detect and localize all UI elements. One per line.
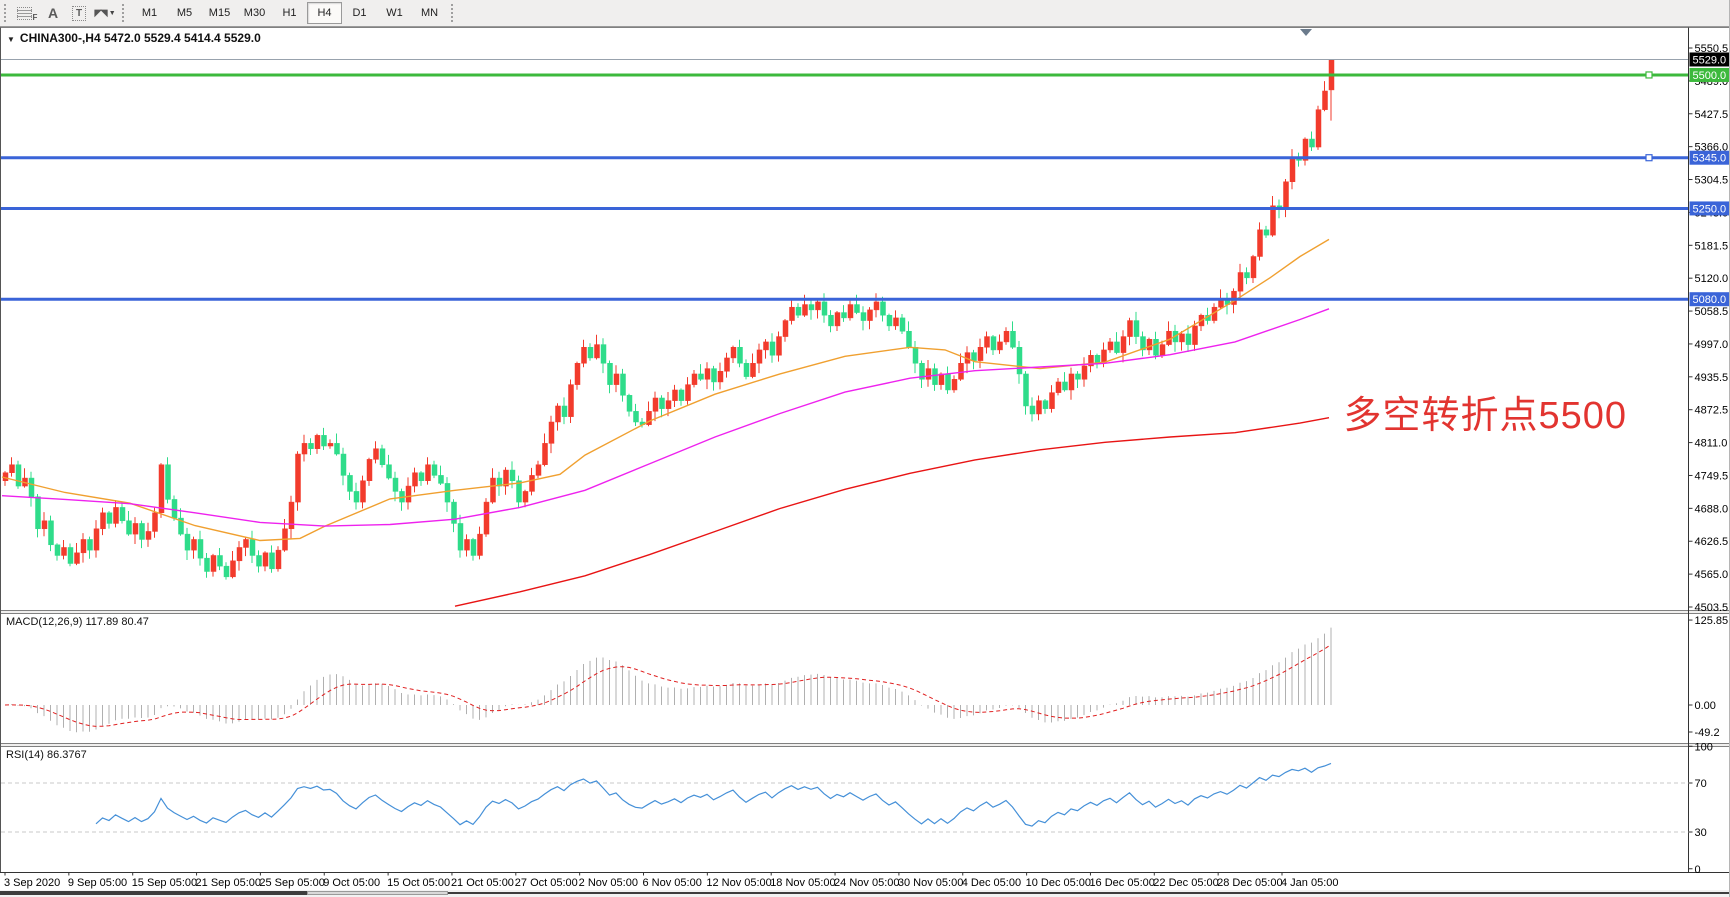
macd-tick-label: 125.85: [1695, 615, 1729, 627]
y-axis-tick-label: 4626.5: [1695, 536, 1729, 548]
y-axis-tick-label: 4503.5: [1695, 602, 1729, 614]
x-axis-tick-label: 28 Dec 05:00: [1217, 877, 1282, 889]
chart-title-text: CHINA300-,H4 5472.0 5529.4 5414.4 5529.0: [20, 31, 261, 45]
timeframes-group: M1M5M15M30H1H4D1W1MN: [132, 0, 447, 26]
chart-canvas[interactable]: 5550.55489.05427.55366.05304.55243.05181…: [0, 0, 1730, 897]
rsi-tick-label: 100: [1695, 741, 1713, 753]
x-axis-tick-label: 15 Oct 05:00: [387, 877, 450, 889]
y-axis-tick-label: 5120.0: [1695, 273, 1729, 285]
timeframe-m15-button[interactable]: M15: [202, 2, 237, 24]
timeframe-m5-button[interactable]: M5: [167, 2, 202, 24]
toolbar-grip[interactable]: [451, 4, 456, 22]
toolbar-grip[interactable]: [4, 4, 9, 22]
x-axis-tick-label: 10 Dec 05:00: [1026, 877, 1091, 889]
x-axis-tick-label: 15 Sep 05:00: [132, 877, 197, 889]
scrollbar-track-left[interactable]: [0, 891, 307, 895]
macd-tick-label: 0.00: [1695, 700, 1716, 712]
line-handle[interactable]: [1646, 72, 1652, 78]
annotation-text: 多空转折点5500: [1343, 384, 1627, 439]
x-axis-tick-label: 21 Oct 05:00: [451, 877, 514, 889]
toolbar-grip[interactable]: [122, 4, 127, 22]
y-axis-tick-label: 5427.5: [1695, 109, 1729, 121]
y-axis-tick-label: 4688.0: [1695, 503, 1729, 515]
x-axis-tick-label: 9 Sep 05:00: [68, 877, 127, 889]
price-line-label: 5250.0: [1693, 203, 1727, 215]
timeframe-mn-button[interactable]: MN: [412, 2, 447, 24]
price-line-label: 5080.0: [1693, 294, 1727, 306]
drawing-tools-group: FAT ◤◥ ▼: [14, 0, 118, 26]
line-handle[interactable]: [1646, 155, 1652, 161]
toolbar: FAT ◤◥ ▼ M1M5M15M30H1H4D1W1MN: [0, 0, 1730, 27]
price-line-label: 5345.0: [1693, 153, 1727, 165]
timeframe-h1-button[interactable]: H1: [272, 2, 307, 24]
scrollbar-thumb[interactable]: [307, 891, 448, 895]
price-line-label: 5529.0: [1693, 54, 1727, 66]
x-axis-tick-label: 25 Sep 05:00: [259, 877, 324, 889]
text-label-icon: T: [72, 6, 86, 21]
x-axis-tick-label: 27 Oct 05:00: [515, 877, 578, 889]
text-label-tool-button[interactable]: T: [66, 1, 92, 25]
y-axis-tick-label: 5181.5: [1695, 240, 1729, 252]
y-axis-tick-label: 4565.0: [1695, 569, 1729, 581]
x-axis-tick-label: 2 Nov 05:00: [579, 877, 638, 889]
x-axis-tick-label: 3 Sep 2020: [4, 877, 60, 889]
y-axis-tick-label: 4811.0: [1695, 438, 1728, 450]
macd-tick-label: -49.2: [1695, 727, 1720, 739]
scrollbar-track-right[interactable]: [448, 892, 1730, 894]
rsi-indicator-label: RSI(14) 86.3767: [6, 749, 87, 761]
arrows-tool-button[interactable]: ◤◥ ▼: [92, 1, 118, 25]
fibonacci-tool-button[interactable]: F: [14, 1, 40, 25]
timeframe-w1-button[interactable]: W1: [377, 2, 412, 24]
text-icon: A: [48, 5, 58, 21]
x-axis-tick-label: 9 Oct 05:00: [323, 877, 380, 889]
rsi-tick-label: 70: [1695, 778, 1707, 790]
x-axis-tick-label: 16 Dec 05:00: [1089, 877, 1154, 889]
timeframe-d1-button[interactable]: D1: [342, 2, 377, 24]
y-axis-tick-label: 5304.5: [1695, 175, 1729, 187]
timeframe-m1-button[interactable]: M1: [132, 2, 167, 24]
x-axis-tick-label: 24 Nov 05:00: [834, 877, 899, 889]
y-axis-tick-label: 4935.5: [1695, 372, 1729, 384]
arrows-icon: ◤◥: [94, 8, 105, 19]
x-axis-tick-label: 4 Dec 05:00: [962, 877, 1021, 889]
chart-title: ▼ CHINA300-,H4 5472.0 5529.4 5414.4 5529.…: [7, 31, 261, 45]
timeframe-m30-button[interactable]: M30: [237, 2, 272, 24]
x-axis-tick-label: 21 Sep 05:00: [196, 877, 261, 889]
x-axis-tick-label: 18 Nov 05:00: [770, 877, 835, 889]
rsi-tick-label: 0: [1695, 864, 1701, 876]
x-axis-tick-label: 6 Nov 05:00: [643, 877, 702, 889]
chevron-down-icon: ▼: [109, 10, 116, 17]
y-axis-tick-label: 4997.0: [1695, 339, 1729, 351]
x-axis-tick-label: 30 Nov 05:00: [898, 877, 963, 889]
y-axis-tick-label: 4872.5: [1695, 405, 1729, 417]
price-line-label: 5500.0: [1693, 70, 1727, 82]
macd-indicator-label: MACD(12,26,9) 117.89 80.47: [6, 616, 149, 628]
x-axis-tick-label: 22 Dec 05:00: [1153, 877, 1218, 889]
x-axis-tick-label: 4 Jan 05:00: [1281, 877, 1339, 889]
rsi-tick-label: 30: [1695, 827, 1707, 839]
horizontal-scrollbar[interactable]: [0, 890, 1730, 897]
text-tool-button[interactable]: A: [40, 1, 66, 25]
symbol-dropdown-icon[interactable]: ▼: [7, 35, 15, 44]
y-axis-tick-label: 4749.5: [1695, 470, 1729, 482]
timeframe-h4-button[interactable]: H4: [307, 2, 342, 24]
y-axis-tick-label: 5058.5: [1695, 306, 1729, 318]
fibonacci-icon: [17, 7, 32, 20]
mt4-window: 5550.55489.05427.55366.05304.55243.05181…: [0, 0, 1730, 897]
x-axis-tick-label: 12 Nov 05:00: [706, 877, 771, 889]
